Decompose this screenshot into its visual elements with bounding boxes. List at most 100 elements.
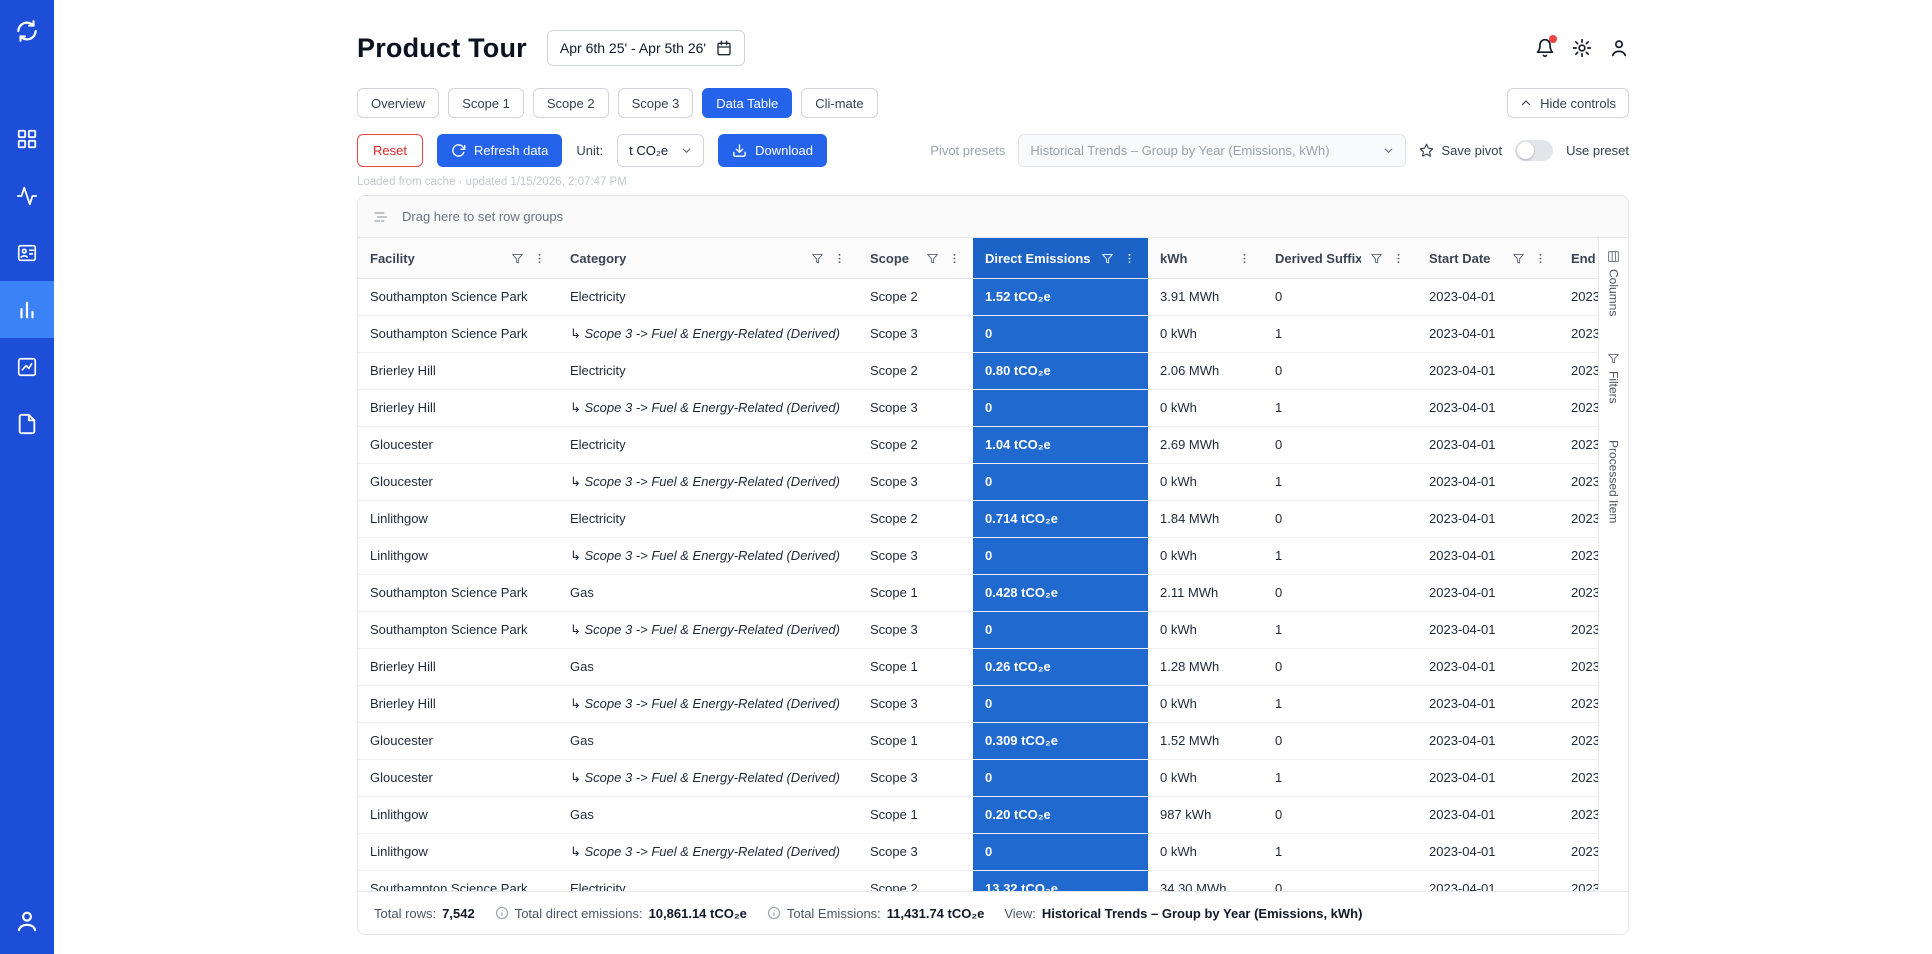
total-emissions-item: Total Emissions: 11,431.74 tCO₂e	[767, 906, 985, 921]
cell-direct-emissions: 0.428 tCO₂e	[973, 575, 1148, 611]
cell-category: ↳ Scope 3 -> Fuel & Energy-Related (Deri…	[558, 612, 858, 648]
row-group-hint: Drag here to set row groups	[402, 209, 563, 224]
table-row[interactable]: LinlithgowElectricityScope 20.714 tCO₂e1…	[358, 501, 1598, 538]
sidebar-user-icon[interactable]	[14, 908, 40, 934]
filter-funnel-icon[interactable]	[1101, 252, 1114, 265]
cell-derived-suffix: 0	[1263, 501, 1417, 537]
tab-overview[interactable]: Overview	[357, 88, 439, 118]
table-row[interactable]: Linlithgow↳ Scope 3 -> Fuel & Energy-Rel…	[358, 834, 1598, 871]
pivot-preset-select[interactable]: Historical Trends – Group by Year (Emiss…	[1018, 134, 1406, 167]
table-row[interactable]: Brierley Hill↳ Scope 3 -> Fuel & Energy-…	[358, 686, 1598, 723]
unit-select[interactable]: t CO₂e	[617, 134, 704, 167]
table-row[interactable]: Southampton Science ParkGasScope 10.428 …	[358, 575, 1598, 612]
cell-start-date: 2023-04-01	[1417, 316, 1559, 352]
cell-kwh: 3.91 MWh	[1148, 279, 1263, 315]
tab-scope-2[interactable]: Scope 2	[533, 88, 609, 118]
cell-end-date: 2023-	[1559, 464, 1598, 500]
table-row[interactable]: GloucesterGasScope 10.309 tCO₂e1.52 MWh0…	[358, 723, 1598, 760]
download-label: Download	[755, 143, 813, 158]
account-user-icon[interactable]	[1609, 38, 1629, 58]
refresh-data-button[interactable]: Refresh data	[437, 134, 562, 167]
sidebar-item-analytics[interactable]	[0, 167, 54, 224]
sidebar-item-dashboard[interactable]	[0, 110, 54, 167]
table-row[interactable]: Southampton Science ParkElectricityScope…	[358, 279, 1598, 316]
pivot-controls: Pivot presets Historical Trends – Group …	[930, 134, 1629, 167]
table-row[interactable]: Gloucester↳ Scope 3 -> Fuel & Energy-Rel…	[358, 760, 1598, 797]
cell-end-date: 2023-	[1559, 686, 1598, 722]
date-range-picker[interactable]: Apr 6th 25' - Apr 5th 26'	[547, 30, 745, 66]
cell-direct-emissions: 0.714 tCO₂e	[973, 501, 1148, 537]
column-header-kwh[interactable]: kWh	[1148, 238, 1263, 278]
tab-scope-3[interactable]: Scope 3	[618, 88, 694, 118]
filter-funnel-icon[interactable]	[926, 252, 939, 265]
column-menu-icon[interactable]	[1534, 252, 1547, 265]
sidebar-item-report[interactable]	[0, 395, 54, 452]
side-panel-tab-processed-item[interactable]: Processed Item	[1607, 440, 1621, 523]
cell-end-date: 2023-	[1559, 427, 1598, 463]
tab-scope-1[interactable]: Scope 1	[448, 88, 524, 118]
app-logo-sync-icon[interactable]	[14, 18, 40, 44]
table-row[interactable]: Linlithgow↳ Scope 3 -> Fuel & Energy-Rel…	[358, 538, 1598, 575]
chevron-down-icon	[681, 145, 692, 156]
column-menu-icon[interactable]	[1123, 252, 1136, 265]
cell-scope: Scope 3	[858, 612, 973, 648]
cell-scope: Scope 1	[858, 797, 973, 833]
sidebar-item-bar-chart[interactable]	[0, 281, 54, 338]
column-header-category[interactable]: Category	[558, 238, 858, 278]
column-menu-icon[interactable]	[533, 252, 546, 265]
reset-button[interactable]: Reset	[357, 134, 423, 167]
column-header-direct-emissions[interactable]: Direct Emissions	[973, 238, 1148, 278]
cell-direct-emissions: 0	[973, 464, 1148, 500]
settings-gear-icon[interactable]	[1572, 38, 1592, 58]
column-header-start-date[interactable]: Start Date	[1417, 238, 1559, 278]
table-row[interactable]: Southampton Science Park↳ Scope 3 -> Fue…	[358, 612, 1598, 649]
save-pivot-button[interactable]: Save pivot	[1419, 143, 1502, 158]
filter-funnel-icon[interactable]	[511, 252, 524, 265]
cell-direct-emissions: 0	[973, 834, 1148, 870]
tab-data-table[interactable]: Data Table	[702, 88, 792, 118]
cell-direct-emissions: 1.04 tCO₂e	[973, 427, 1148, 463]
table-row[interactable]: Brierley HillElectricityScope 20.80 tCO₂…	[358, 353, 1598, 390]
cell-category: ↳ Scope 3 -> Fuel & Energy-Related (Deri…	[558, 834, 858, 870]
bar-chart-icon	[16, 299, 38, 321]
notifications-bell-icon[interactable]	[1535, 38, 1555, 58]
column-menu-icon[interactable]	[1392, 252, 1405, 265]
filter-funnel-icon[interactable]	[1370, 252, 1383, 265]
column-header-end-date[interactable]: End Date	[1559, 238, 1598, 278]
table-row[interactable]: Gloucester↳ Scope 3 -> Fuel & Energy-Rel…	[358, 464, 1598, 501]
cell-facility: Gloucester	[358, 464, 558, 500]
table-row[interactable]: GloucesterElectricityScope 21.04 tCO₂e2.…	[358, 427, 1598, 464]
table-row[interactable]: LinlithgowGasScope 10.20 tCO₂e987 kWh020…	[358, 797, 1598, 834]
grid-main: FacilityCategoryScopeDirect EmissionskWh…	[358, 238, 1598, 891]
column-header-facility[interactable]: Facility	[358, 238, 558, 278]
row-group-dropzone[interactable]: Drag here to set row groups	[358, 196, 1628, 238]
column-header-scope[interactable]: Scope	[858, 238, 973, 278]
filter-funnel-icon[interactable]	[1512, 252, 1525, 265]
cell-facility: Southampton Science Park	[358, 871, 558, 891]
column-menu-icon[interactable]	[948, 252, 961, 265]
tab-cli-mate[interactable]: Cli-mate	[801, 88, 877, 118]
use-preset-toggle[interactable]	[1515, 140, 1553, 161]
column-menu-icon[interactable]	[833, 252, 846, 265]
sidebar-item-contacts[interactable]	[0, 224, 54, 281]
hide-controls-button[interactable]: Hide controls	[1507, 88, 1629, 118]
download-button[interactable]: Download	[718, 134, 827, 167]
table-row[interactable]: Brierley HillGasScope 10.26 tCO₂e1.28 MW…	[358, 649, 1598, 686]
cell-direct-emissions: 0	[973, 316, 1148, 352]
cell-derived-suffix: 0	[1263, 797, 1417, 833]
unit-value: t CO₂e	[629, 143, 668, 158]
column-menu-icon[interactable]	[1238, 252, 1251, 265]
side-panel-tab-filters[interactable]: Filters	[1607, 352, 1621, 404]
grid-body[interactable]: Southampton Science Park Electricity Scope…	[358, 279, 1598, 891]
sidebar-item-trend-chart[interactable]	[0, 338, 54, 395]
page-header: Product Tour Apr 6th 25' - Apr 5th 26'	[357, 30, 1629, 66]
table-row[interactable]: Brierley Hill↳ Scope 3 -> Fuel & Energy-…	[358, 390, 1598, 427]
total-direct-emissions-label: Total direct emissions:	[515, 906, 643, 921]
side-panel-tab-columns[interactable]: Columns	[1607, 250, 1621, 316]
filter-funnel-icon[interactable]	[811, 252, 824, 265]
table-row[interactable]: Southampton Science Park↳ Scope 3 -> Fue…	[358, 316, 1598, 353]
table-row[interactable]: Southampton Science ParkElectricityScope…	[358, 871, 1598, 891]
cell-kwh: 0 kWh	[1148, 464, 1263, 500]
cell-category: Electricity	[558, 501, 858, 537]
column-header-derived-suffix[interactable]: Derived Suffix	[1263, 238, 1417, 278]
